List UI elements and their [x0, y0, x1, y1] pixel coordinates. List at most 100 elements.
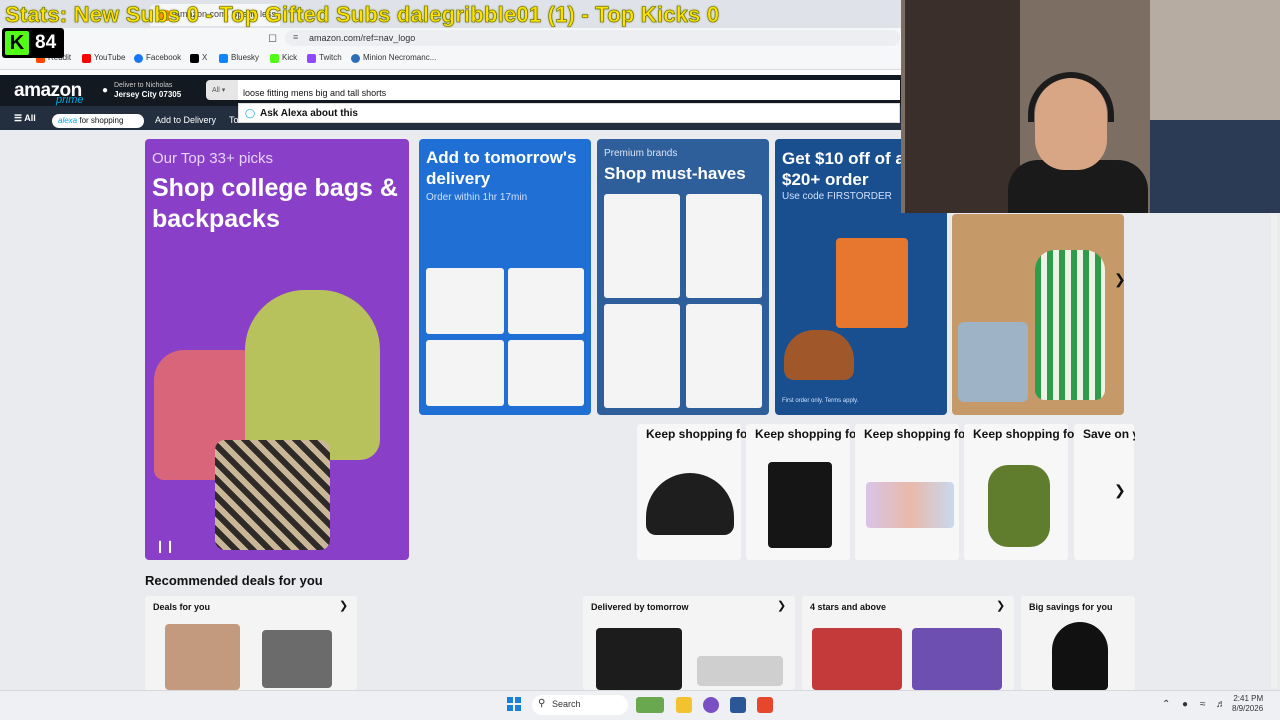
keep-shopping-title: Save on y essential	[1083, 427, 1135, 441]
windows-start-icon[interactable]	[507, 697, 521, 711]
deliver-to-label[interactable]: Deliver to Nicholas	[114, 82, 172, 89]
youtube-icon	[82, 54, 91, 63]
burger-image	[784, 330, 854, 380]
bluesky-icon	[219, 54, 228, 63]
deal-label: Big savings for you	[1029, 602, 1113, 612]
grubhub-fine-print: First order only. Terms apply.	[782, 398, 859, 404]
alexa-icon: ◯	[245, 108, 256, 118]
facebook-icon	[134, 54, 143, 63]
chevron-up-icon[interactable]: ⌃	[1162, 699, 1170, 710]
add-to-delivery-link[interactable]: Add to Delivery	[155, 115, 216, 125]
clock-time: 2:41 PM	[1233, 694, 1264, 703]
deal-label: Delivered by tomorrow	[591, 602, 689, 612]
x-icon	[190, 54, 199, 63]
twitch-icon	[307, 54, 316, 63]
kick-viewer-badge: K 84	[2, 28, 64, 58]
search-input[interactable]	[238, 80, 900, 100]
brave-browser-icon[interactable]	[757, 697, 773, 713]
carousel-next-icon[interactable]: ❯	[1114, 271, 1126, 288]
grubhub-sub: Use code FIRSTORDER	[782, 191, 892, 202]
binder-image	[596, 628, 682, 690]
address-bar[interactable]: ≡ amazon.com/ref=nav_logo	[285, 30, 900, 46]
product-tile[interactable]	[508, 340, 584, 406]
minion-icon	[351, 54, 360, 63]
all-menu-button[interactable]: ☰ All	[14, 113, 36, 124]
bookmark-facebook[interactable]: Facebook	[134, 53, 181, 65]
premium-title: Shop must-haves	[604, 164, 746, 183]
grubhub-bag-image	[836, 238, 908, 328]
deal-label: Deals for you	[153, 602, 211, 612]
keep-shopping-title: Keep shopping for	[646, 427, 752, 441]
chevron-right-icon[interactable]: ❯	[339, 599, 348, 612]
keep-shopping-title: Keep shopping for	[973, 427, 1079, 441]
clock-date: 8/9/2026	[1232, 704, 1264, 713]
product-tile[interactable]	[686, 304, 762, 408]
tomorrow-title: Add to tomorrow's delivery	[426, 148, 577, 188]
recommended-title: Recommended deals for you	[145, 573, 323, 588]
widgets-icon[interactable]	[636, 697, 664, 713]
cooler-image	[958, 322, 1028, 402]
college-title: Shop college bags & backpacks	[152, 174, 398, 233]
bookmark-twitch[interactable]: Twitch	[307, 53, 342, 65]
folio-image	[768, 462, 832, 548]
product-tile[interactable]	[604, 194, 680, 298]
robot-toy-image	[812, 628, 902, 690]
scrollbar[interactable]	[1271, 210, 1277, 688]
webcam-bed	[1150, 120, 1280, 213]
wifi-icon[interactable]: ≈	[1200, 699, 1206, 710]
product-tile[interactable]	[604, 304, 680, 408]
webcam-closet	[905, 0, 1020, 213]
bookmark-icon[interactable]: ◻	[268, 31, 278, 45]
search-icon: ⚲	[538, 698, 546, 709]
app-icon[interactable]	[730, 697, 746, 713]
keep-shopping-title: Keep shopping for	[864, 427, 970, 441]
screen: Amazon.com. Spend less ◻ ≡ amazon.com/re…	[0, 0, 1280, 720]
print-image	[866, 482, 954, 528]
coffee-maker-image	[262, 630, 332, 688]
file-explorer-icon[interactable]	[676, 697, 692, 713]
stream-stats-overlay: Stats: New Subs 0 - Top Gifted Subs dale…	[5, 2, 720, 28]
chevron-right-icon[interactable]: ❯	[777, 599, 786, 612]
backpack-image	[245, 290, 380, 460]
product-tile[interactable]	[426, 268, 504, 334]
carousel-next-icon[interactable]: ❯	[1114, 482, 1126, 499]
microphone-icon[interactable]: ●	[1182, 699, 1188, 710]
glove-image	[988, 465, 1050, 547]
kick-icon	[270, 54, 279, 63]
bookmark-youtube[interactable]: YouTube	[82, 53, 125, 65]
taskbar-search[interactable]: ⚲ Search	[532, 695, 628, 715]
checkered-bag-image	[215, 440, 330, 550]
pause-icon[interactable]: ❙❙	[155, 539, 175, 553]
location-pin-icon: ●	[102, 85, 109, 96]
shorts-model-image	[165, 624, 240, 690]
url-text: amazon.com/ref=nav_logo	[309, 33, 416, 43]
alexa-shopping-link[interactable]: alexa for shopping	[52, 114, 144, 128]
keep-shopping-title: Keep shopping for	[755, 427, 861, 441]
search-category-select[interactable]: All ▾	[206, 80, 238, 100]
swimsuit-image	[1035, 250, 1105, 400]
tomorrow-sub: Order within 1hr 17min	[426, 192, 528, 203]
kick-logo-icon: K	[5, 31, 29, 55]
chevron-right-icon[interactable]: ❯	[996, 599, 1005, 612]
taskbar-clock[interactable]: 2:41 PM 8/9/2026	[1232, 694, 1263, 714]
prime-logo: prime	[56, 94, 84, 106]
kick-viewer-count: 84	[35, 32, 57, 53]
app-icon[interactable]	[703, 697, 719, 713]
bookmark-kick[interactable]: Kick	[270, 53, 297, 65]
bookmark-x[interactable]: X	[190, 53, 207, 65]
product-tile[interactable]	[686, 194, 762, 298]
deal-label: 4 stars and above	[810, 602, 887, 612]
bookmark-bluesky[interactable]: Bluesky	[219, 53, 259, 65]
product-tile[interactable]	[508, 268, 584, 334]
volume-icon[interactable]: ♬	[1216, 699, 1226, 710]
poncho-image	[1052, 622, 1108, 690]
deliver-to-location[interactable]: Jersey City 07305	[114, 90, 181, 99]
suggestion-text: Ask Alexa about this	[260, 108, 358, 119]
site-info-icon[interactable]: ≡	[293, 32, 298, 42]
college-kicker: Our Top 33+ picks	[152, 150, 274, 167]
product-tile[interactable]	[426, 340, 504, 406]
robot-toy-image	[912, 628, 1002, 690]
premium-kicker: Premium brands	[604, 148, 678, 159]
bookmark-minion[interactable]: Minion Necromanc...	[351, 53, 436, 65]
keyboard-image	[697, 656, 783, 686]
